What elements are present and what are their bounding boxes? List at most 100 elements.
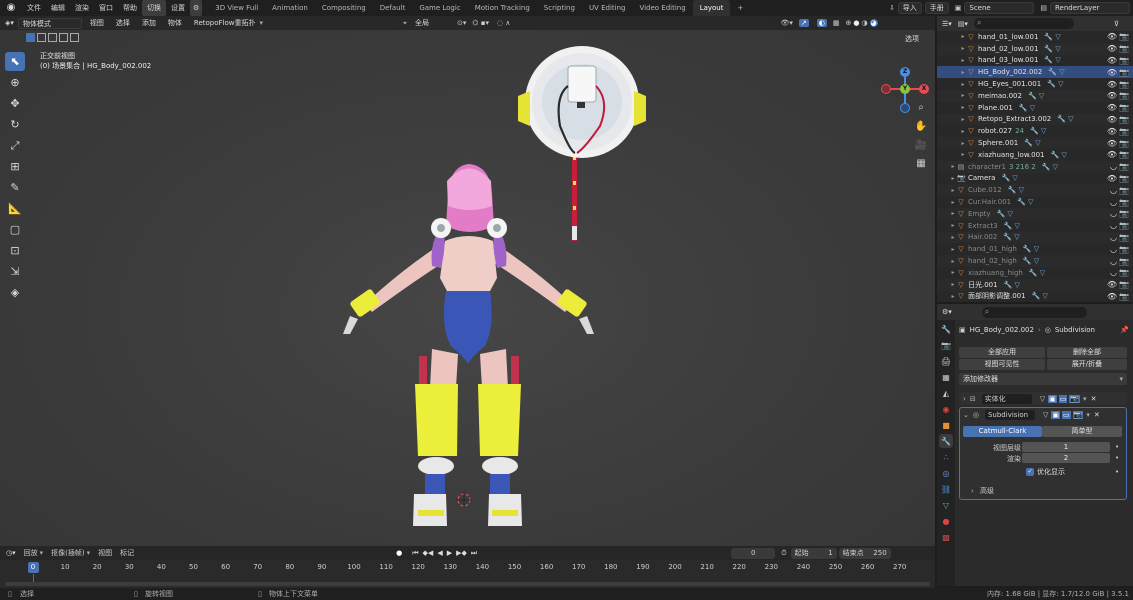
expand-collapse-button[interactable]: 展开/折叠 bbox=[1047, 359, 1127, 370]
expand-arrow-icon[interactable]: ▸ bbox=[949, 199, 957, 206]
viewport-toggle-icon[interactable]: ▭ bbox=[1058, 394, 1068, 403]
display-mode-icon[interactable]: ▤▾ bbox=[958, 20, 968, 28]
import-button[interactable]: 导入 bbox=[897, 2, 922, 14]
visibility-eye-icon[interactable]: 👁 bbox=[1107, 280, 1117, 289]
tab-animation[interactable]: Animation bbox=[265, 0, 315, 16]
close-icon[interactable]: ✕ bbox=[1094, 411, 1100, 419]
outliner-row[interactable]: ▸ ▽ HG_Body_002.002 🔧 ▽ 👁 📷 bbox=[937, 66, 1133, 79]
outliner-row[interactable]: ▸ ▽ Sphere.001 🔧 ▽ 👁 📷 bbox=[937, 137, 1133, 149]
outliner-row[interactable]: ▸ ▽ hand_01_high 🔧 ▽ ◡ 📷 bbox=[937, 243, 1133, 255]
outliner-row[interactable]: ▸ ▽ HG_Eyes_001.001 🔧 ▽ 👁 📷 bbox=[937, 78, 1133, 90]
outliner-editor-icon[interactable]: ☰▾ bbox=[942, 20, 952, 28]
visibility-eye-icon[interactable]: ◡ bbox=[1110, 162, 1117, 171]
menu-help[interactable]: 帮助 bbox=[118, 0, 142, 16]
properties-search[interactable]: ⌕ bbox=[981, 306, 1087, 318]
outliner-row[interactable]: ▸ 📷 Camera 🔧 ▽ 👁 📷 bbox=[937, 173, 1133, 185]
outliner-row[interactable]: ▸ ▽ Empty 🔧 ▽ ◡ 📷 bbox=[937, 207, 1133, 220]
timeline-editor-icon[interactable]: ◷▾ bbox=[6, 549, 16, 557]
expand-arrow-icon[interactable]: ▸ bbox=[949, 281, 957, 288]
outliner-row[interactable]: ▸ ▽ meimao.002 🔧 ▽ 👁 📷 bbox=[937, 89, 1133, 102]
render-camera-icon[interactable]: 📷 bbox=[1119, 280, 1129, 289]
visibility-eye-icon[interactable]: 👁 bbox=[1107, 68, 1117, 77]
visibility-eye-icon[interactable]: 👁 bbox=[1107, 56, 1117, 65]
scene-tab-icon[interactable]: ◭ bbox=[939, 386, 953, 400]
checkbox-checked-icon[interactable]: ✓ bbox=[1026, 468, 1034, 476]
expand-arrow-icon[interactable]: ▸ bbox=[949, 246, 957, 253]
modifier-subdivision-header[interactable]: ⌄ ◎ Subdivision ▽ ▣ ▭ 📷 ▾ ✕ bbox=[959, 408, 1127, 421]
prev-keyframe-icon[interactable]: ◆◀ bbox=[423, 549, 434, 557]
visibility-eye-icon[interactable]: ◡ bbox=[1110, 268, 1117, 277]
timeline-view-menu[interactable]: 视图 bbox=[98, 548, 112, 558]
apply-all-button[interactable]: 全部应用 bbox=[959, 347, 1045, 358]
3d-viewport[interactable]: ◈▾ 物体模式 视图 选择 添加 物体 RetopoFlow重拓扑 ▾ ⌖ 全局… bbox=[0, 16, 935, 546]
cage-toggle-icon[interactable]: ▣ bbox=[1051, 410, 1060, 419]
visibility-eye-icon[interactable]: 👁 bbox=[1107, 80, 1117, 89]
modifier-subdivision-name[interactable]: Subdivision bbox=[984, 409, 1035, 420]
outliner-row[interactable]: ▸ ▽ Extract3 🔧 ▽ ◡ 📷 bbox=[937, 220, 1133, 232]
expand-arrow-icon[interactable]: ▸ bbox=[949, 222, 957, 229]
material-tab-icon[interactable]: ● bbox=[939, 514, 953, 528]
render-camera-icon[interactable]: 📷 bbox=[1119, 103, 1129, 112]
outliner-row[interactable]: ▸ ▽ hand_02_low.001 🔧 ▽ 👁 📷 bbox=[937, 42, 1133, 55]
visibility-eye-icon[interactable]: 👁 bbox=[1107, 150, 1117, 159]
tab-layout[interactable]: Layout bbox=[692, 0, 731, 16]
editmode-toggle-icon[interactable]: ▽ bbox=[1043, 411, 1048, 419]
keyframe-dot-icon[interactable]: • bbox=[1115, 454, 1119, 462]
expand-arrow-icon[interactable]: ▸ bbox=[949, 210, 957, 217]
physics-tab-icon[interactable]: ◎ bbox=[939, 466, 953, 480]
expand-arrow-icon[interactable]: ▸ bbox=[959, 33, 967, 40]
render-tab-icon[interactable]: 📷 bbox=[939, 338, 953, 352]
constraints-tab-icon[interactable]: ⛓ bbox=[939, 482, 953, 496]
search-field[interactable]: ⌕ bbox=[973, 18, 1074, 29]
editmode-toggle-icon[interactable]: ▽ bbox=[1040, 395, 1045, 403]
menu-settings[interactable]: 设置 bbox=[166, 0, 190, 16]
render-camera-icon[interactable]: 📷 bbox=[1119, 80, 1129, 89]
marker-menu[interactable]: 标记 bbox=[120, 548, 134, 558]
close-icon[interactable]: ✕ bbox=[1091, 395, 1097, 403]
add-workspace-icon[interactable]: + bbox=[730, 0, 750, 16]
jump-end-icon[interactable]: ⏭ bbox=[471, 549, 477, 558]
visibility-eye-icon[interactable]: ◡ bbox=[1110, 209, 1117, 218]
render-camera-icon[interactable]: 📷 bbox=[1119, 162, 1129, 171]
expand-arrow-icon[interactable]: ▸ bbox=[959, 104, 967, 111]
render-layer-selector[interactable]: RenderLayer bbox=[1050, 2, 1130, 14]
expand-arrow-icon[interactable]: ▸ bbox=[949, 258, 957, 265]
visibility-eye-icon[interactable]: ◡ bbox=[1110, 198, 1117, 207]
menu-window[interactable]: 窗口 bbox=[94, 0, 118, 16]
render-camera-icon[interactable]: 📷 bbox=[1119, 115, 1129, 124]
simple-button[interactable]: 简单型 bbox=[1042, 426, 1122, 437]
scene-render[interactable] bbox=[0, 16, 935, 546]
expand-arrow-icon[interactable]: ▸ bbox=[959, 57, 967, 64]
play-icon[interactable]: ▶ bbox=[447, 549, 452, 557]
render-camera-icon[interactable]: 📷 bbox=[1119, 91, 1129, 100]
keyframe-dot-icon[interactable]: • bbox=[1115, 443, 1119, 451]
keyframe-dot-icon[interactable]: • bbox=[1115, 468, 1119, 476]
render-camera-icon[interactable]: 📷 bbox=[1119, 150, 1129, 159]
outliner-row[interactable]: ▸ ▽ 面部阴影调整.001 🔧 ▽ 👁 📷 bbox=[937, 291, 1133, 303]
gear-icon[interactable]: ⚙ bbox=[190, 0, 203, 16]
tab-video-editing[interactable]: Video Editing bbox=[632, 0, 692, 16]
current-frame-field[interactable]: 0 bbox=[731, 547, 776, 559]
view-layer-tab-icon[interactable]: ▦ bbox=[939, 370, 953, 384]
expand-arrow-icon[interactable]: ▸ bbox=[949, 175, 957, 182]
character-model[interactable] bbox=[343, 164, 594, 526]
visibility-eye-icon[interactable]: ◡ bbox=[1110, 245, 1117, 254]
outliner-row[interactable]: ▸ ▽ 日光.001 🔧 ▽ 👁 📷 bbox=[937, 278, 1133, 291]
viewport-visibility-button[interactable]: 视图可见性 bbox=[959, 359, 1045, 370]
outliner-row[interactable]: ▸ ▽ xiazhuang_low.001 🔧 ▽ 👁 📷 bbox=[937, 149, 1133, 161]
tab-scripting[interactable]: Scripting bbox=[537, 0, 582, 16]
render-camera-icon[interactable]: 📷 bbox=[1119, 257, 1129, 266]
render-toggle-icon[interactable]: 📷 bbox=[1069, 394, 1081, 403]
tab-motion-tracking[interactable]: Motion Tracking bbox=[468, 0, 537, 16]
filter-icon[interactable]: ⊽ bbox=[1114, 20, 1119, 28]
visibility-eye-icon[interactable]: ◡ bbox=[1110, 233, 1117, 242]
menu-edit[interactable]: 编辑 bbox=[46, 0, 70, 16]
advanced-subpanel[interactable]: › 高级 bbox=[971, 486, 994, 496]
timeline-ruler[interactable]: 0 10 20 30 40 50 60 70 80 90 100 110 120 130 140 150 160… bbox=[0, 562, 935, 575]
tool-tab-icon[interactable]: 🔧 bbox=[939, 322, 953, 336]
tab-uv-editing[interactable]: UV Editing bbox=[582, 0, 633, 16]
pin-icon[interactable]: 📌 bbox=[1120, 326, 1129, 334]
object-tab-icon[interactable]: ■ bbox=[939, 418, 953, 432]
outliner-row[interactable]: ▸ ▽ Cur.Hair.001 🔧 ▽ ◡ 📷 bbox=[937, 196, 1133, 208]
expand-arrow-icon[interactable]: ▸ bbox=[959, 128, 967, 135]
